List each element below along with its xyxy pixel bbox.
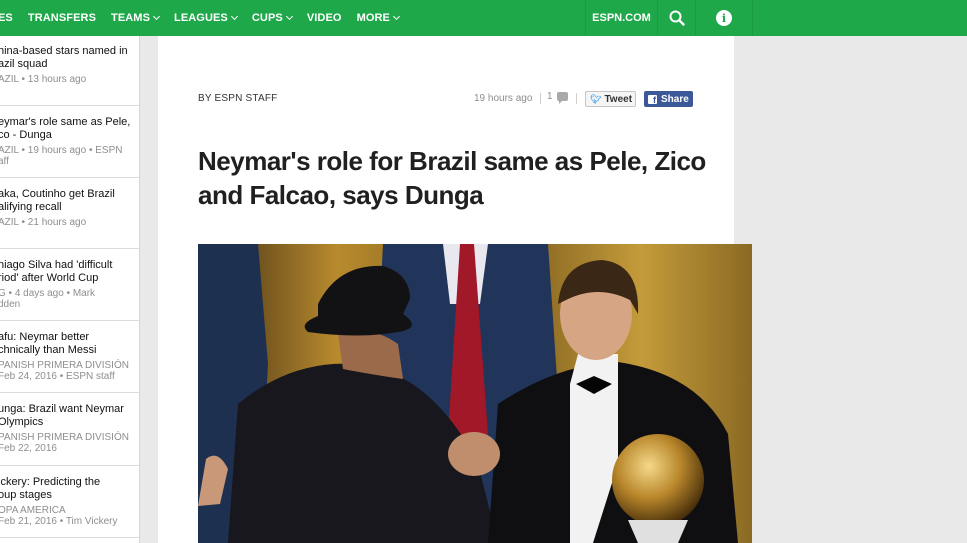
top-navigation-bar: ES TRANSFERS TEAMS LEAGUES CUPS VIDEO MORE ESP… bbox=[0, 0, 967, 36]
search-icon bbox=[669, 10, 685, 26]
info-button[interactable]: i bbox=[695, 0, 753, 36]
sidebar-story-item[interactable]: hina-based stars named in azil squad AZIL… bbox=[0, 36, 139, 106]
byline: BY ESPN STAFF bbox=[198, 93, 278, 104]
sidebar-story-item[interactable]: ickery: Predicting the oup stages OPA AME… bbox=[0, 466, 139, 538]
timestamp: 19 hours ago bbox=[474, 93, 533, 104]
sidebar-story-meta: AZIL • 19 hours ago • ESPN aff bbox=[0, 145, 123, 167]
search-button[interactable] bbox=[657, 0, 695, 36]
sidebar-story-item[interactable]: eymar's role same as Pele, co - Dunga AZI… bbox=[0, 106, 139, 178]
sidebar-story-meta: OPA AMERICA Feb 21, 2016 • Tim Vickery bbox=[0, 505, 118, 527]
espn-com-link[interactable]: ESPN.COM bbox=[585, 0, 657, 36]
sidebar-story-meta: PANISH PRIMERA DIVISIÓN Feb 22, 2016 bbox=[0, 432, 129, 454]
twitter-bird-icon: 🐦︎ bbox=[590, 93, 602, 104]
chevron-down-icon bbox=[285, 12, 293, 20]
chevron-down-icon bbox=[152, 12, 161, 20]
nav-right-group: ESPN.COM i bbox=[585, 0, 753, 36]
sidebar-story-title: hina-based stars named in azil squad bbox=[0, 45, 128, 70]
nav-menu: ES TRANSFERS TEAMS LEAGUES CUPS VIDEO MORE bbox=[0, 0, 414, 36]
chevron-down-icon bbox=[392, 12, 401, 20]
nav-item-label: TRANSFERS bbox=[27, 12, 96, 24]
sidebar-story-title: unga: Brazil want Neymar Olympics bbox=[0, 403, 124, 428]
chevron-down-icon bbox=[230, 12, 238, 20]
nav-item-cups[interactable]: CUPS bbox=[251, 12, 293, 24]
facebook-icon: f bbox=[648, 94, 657, 105]
nav-item-leagues[interactable]: LEAGUES bbox=[174, 12, 238, 24]
nav-item-transfers[interactable]: TRANSFERS bbox=[28, 12, 96, 24]
related-stories-sidebar: hina-based stars named in azil squad AZIL… bbox=[0, 36, 140, 543]
tweet-label: Tweet bbox=[604, 93, 633, 105]
sidebar-story-item[interactable]: aka, Coutinho get Brazil alifying recall… bbox=[0, 178, 139, 249]
comment-bubble-icon bbox=[556, 92, 568, 104]
divider bbox=[540, 93, 541, 104]
info-icon: i bbox=[716, 10, 732, 26]
article-photo bbox=[198, 244, 752, 543]
nav-item-video[interactable]: VIDEO bbox=[307, 12, 342, 24]
tweet-button[interactable]: 🐦︎ Tweet bbox=[585, 91, 636, 107]
nav-item-label: CUPS bbox=[251, 12, 283, 24]
sidebar-story-item[interactable]: afu: Neymar better chnically than Messi P… bbox=[0, 321, 139, 393]
comments-link[interactable]: 1 bbox=[547, 91, 568, 104]
nav-item-label: VIDEO bbox=[306, 12, 342, 24]
nav-item-label: ES bbox=[0, 12, 13, 24]
sidebar-story-item[interactable]: unga: Brazil want Neymar Olympics PANISH … bbox=[0, 393, 139, 466]
sidebar-story-meta: G • 4 days ago • Mark dden bbox=[0, 288, 96, 310]
sidebar-story-title: aka, Coutinho get Brazil alifying recall bbox=[0, 188, 115, 213]
nav-item-es[interactable]: ES bbox=[0, 12, 13, 24]
sidebar-story-meta: PANISH PRIMERA DIVISIÓN Feb 24, 2016 • E… bbox=[0, 360, 129, 382]
sidebar-story-meta: AZIL • 21 hours ago bbox=[0, 217, 87, 228]
facebook-share-button[interactable]: f Share bbox=[644, 91, 693, 107]
sidebar-story-title: afu: Neymar better chnically than Messi bbox=[0, 331, 97, 356]
nav-item-label: MORE bbox=[356, 12, 390, 24]
share-label: Share bbox=[661, 93, 689, 105]
comment-count: 1 bbox=[547, 91, 553, 102]
nav-item-teams[interactable]: TEAMS bbox=[111, 12, 161, 24]
sidebar-story-item[interactable]: hiago Silva had 'difficult riod' after W… bbox=[0, 249, 139, 321]
sidebar-story-title: hiago Silva had 'difficult riod' after W… bbox=[0, 259, 113, 284]
divider bbox=[576, 93, 577, 104]
nav-item-label: TEAMS bbox=[111, 12, 150, 24]
sidebar-story-title: ickery: Predicting the oup stages bbox=[0, 476, 101, 501]
sidebar-story-meta: AZIL • 13 hours ago bbox=[0, 74, 87, 85]
article-headline: Neymar's role for Brazil same as Pele, Z… bbox=[198, 146, 706, 210]
photo-illustration bbox=[198, 244, 752, 543]
nav-item-label: LEAGUES bbox=[174, 12, 228, 24]
sidebar-story-title: eymar's role same as Pele, co - Dunga bbox=[0, 116, 131, 141]
nav-item-more[interactable]: MORE bbox=[356, 12, 401, 24]
